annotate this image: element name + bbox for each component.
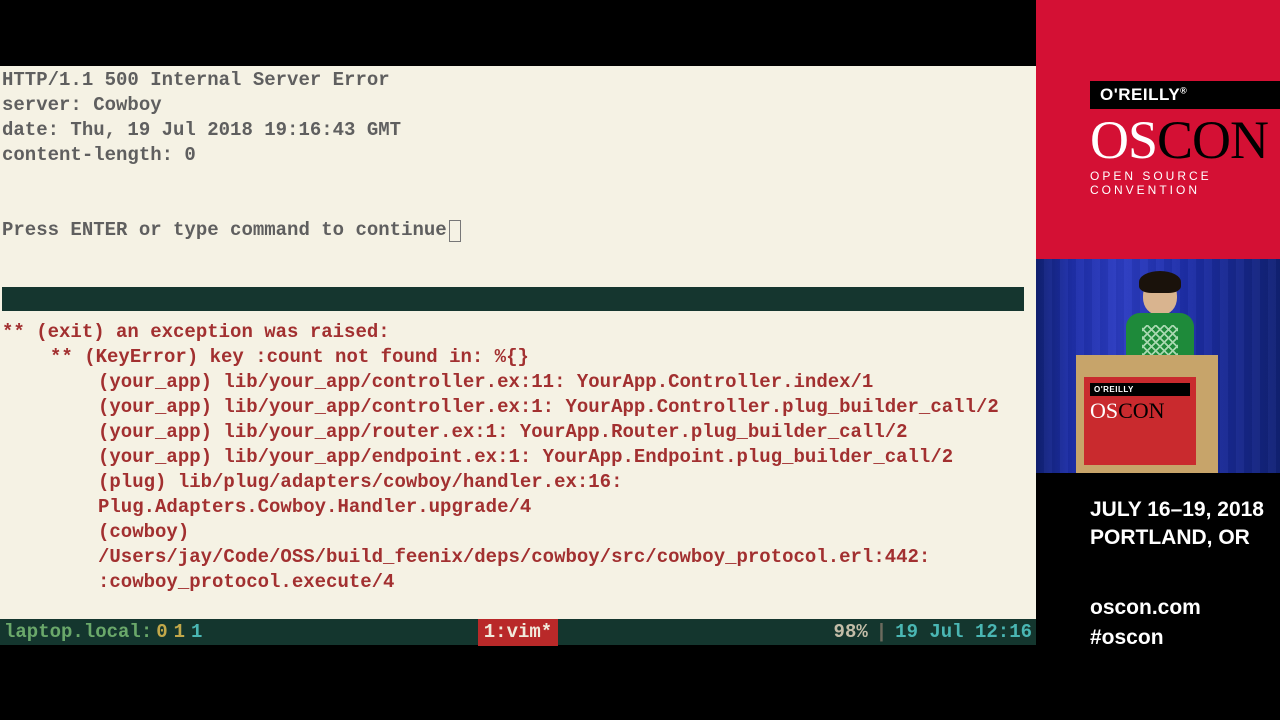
event-location: PORTLAND, OR bbox=[1090, 524, 1270, 552]
tmux-status-bar: laptop.local: 0 1 1 1:vim* 98% | 19 Jul … bbox=[0, 619, 1036, 645]
trace-controller-index: (your_app) lib/your_app/controller.ex:11… bbox=[2, 370, 1024, 395]
tmux-hostname: laptop.local: bbox=[4, 620, 152, 645]
stacktrace: ** (exit) an exception was raised: ** (K… bbox=[2, 320, 1024, 595]
http-response-headers: HTTP/1.1 500 Internal Server Error serve… bbox=[0, 66, 1036, 168]
event-hashtag: #oscon bbox=[1090, 623, 1270, 653]
trace-plug-handler: (plug) lib/plug/adapters/cowboy/handler.… bbox=[2, 470, 1024, 520]
http-content-length-header: content-length: 0 bbox=[2, 143, 1034, 168]
tmux-separator: | bbox=[876, 620, 887, 645]
trace-cowboy-protocol: (cowboy) /Users/jay/Code/OSS/build_feeni… bbox=[2, 520, 1024, 595]
oreilly-wordmark: O'REILLY® bbox=[1090, 81, 1280, 109]
conference-sidebar: O'REILLY® OSCON OPEN SOURCE CONVENTION O… bbox=[1036, 0, 1280, 720]
pane-separator bbox=[2, 287, 1024, 311]
trace-router: (your_app) lib/your_app/router.ex:1: You… bbox=[2, 420, 1024, 445]
tmux-active-window: 1:vim* bbox=[478, 619, 558, 646]
tmux-window-1a: 1 bbox=[174, 620, 185, 645]
oscon-brand-panel: O'REILLY® OSCON OPEN SOURCE CONVENTION bbox=[1036, 0, 1280, 259]
event-dates: JULY 16–19, 2018 bbox=[1090, 496, 1270, 524]
trace-controller-plug: (your_app) lib/your_app/controller.ex:1:… bbox=[2, 395, 1024, 420]
podium-icon: O'REILLY OSCON bbox=[1076, 355, 1218, 473]
oscon-logo: O'REILLY® OSCON OPEN SOURCE CONVENTION bbox=[1090, 81, 1280, 197]
terminal-pane[interactable]: HTTP/1.1 500 Internal Server Error serve… bbox=[0, 66, 1036, 645]
error-exit-line: ** (exit) an exception was raised: bbox=[2, 320, 1024, 345]
podium-oscon-label: OSCON bbox=[1090, 398, 1190, 424]
continue-prompt-text: Press ENTER or type command to continue bbox=[2, 218, 447, 243]
error-keyerror-line: ** (KeyError) key :count not found in: %… bbox=[2, 345, 1024, 370]
http-date-header: date: Thu, 19 Jul 2018 19:16:43 GMT bbox=[2, 118, 1034, 143]
event-url: oscon.com bbox=[1090, 593, 1270, 623]
http-status-line: HTTP/1.1 500 Internal Server Error bbox=[2, 68, 1034, 93]
speaker-video-thumbnail: O'REILLY OSCON bbox=[1036, 259, 1280, 473]
podium-oreilly-label: O'REILLY bbox=[1090, 383, 1190, 396]
tmux-battery-pct: 98% bbox=[834, 620, 868, 645]
oscon-subtitle: OPEN SOURCE CONVENTION bbox=[1090, 169, 1280, 197]
tmux-window-1b: 1 bbox=[191, 620, 202, 645]
tmux-window-0: 0 bbox=[156, 620, 167, 645]
cursor-icon bbox=[449, 220, 461, 242]
http-server-header: server: Cowboy bbox=[2, 93, 1034, 118]
tmux-datetime: 19 Jul 12:16 bbox=[895, 620, 1032, 645]
event-info: JULY 16–19, 2018 PORTLAND, OR oscon.com … bbox=[1090, 496, 1270, 654]
oscon-wordmark: OSCON bbox=[1090, 113, 1280, 167]
continue-prompt[interactable]: Press ENTER or type command to continue bbox=[0, 218, 1036, 243]
trace-endpoint: (your_app) lib/your_app/endpoint.ex:1: Y… bbox=[2, 445, 1024, 470]
